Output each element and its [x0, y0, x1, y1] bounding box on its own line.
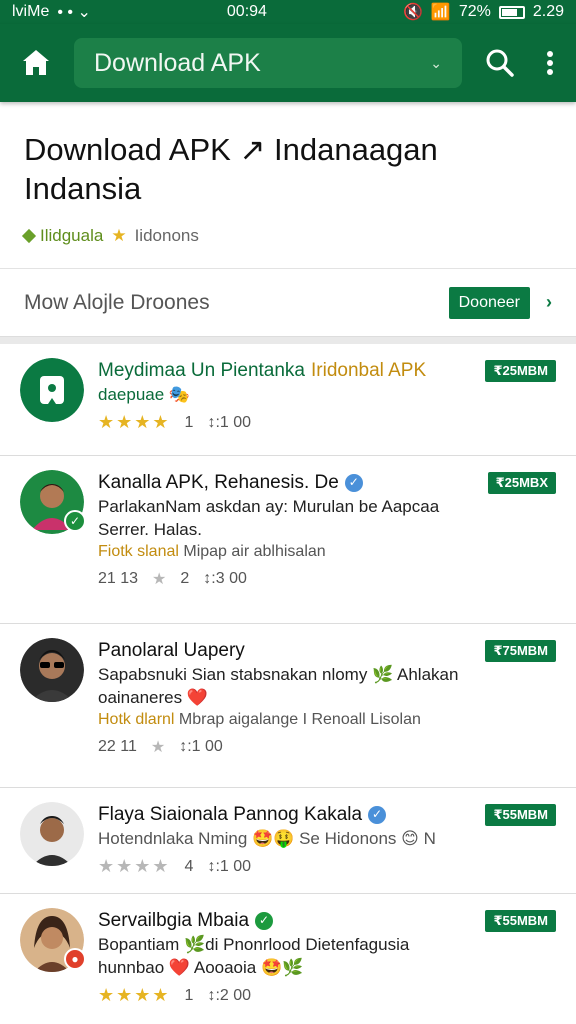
item-stats: ★★★★ 1 ↕:2 00 — [98, 985, 462, 1006]
section-divider — [0, 336, 576, 344]
filter-row: Mow Alojle Droones Dooneer › — [0, 268, 576, 336]
avatar: ● — [20, 908, 86, 972]
page-header: Download APK ↗ Indanaagan Indansia Ilidg… — [0, 102, 576, 246]
home-icon — [23, 50, 49, 75]
verified-icon: ✓ — [255, 911, 274, 930]
item-title: Meydimaa Un Pientanka Iridonbal APK — [98, 360, 427, 381]
status-bar: lviMe • • ⌄ 00:94 🔇 📶 72% 2.29 — [0, 0, 576, 24]
filter-button[interactable]: Dooneer — [448, 286, 530, 319]
verified-icon: ✓ — [344, 473, 363, 492]
status-clock: 2.29 — [532, 3, 564, 20]
search-value: Download APK — [94, 48, 261, 77]
size-badge: ₹25MBM — [485, 360, 556, 382]
item-desc: ParlakanNam askdan ay: Murulan be Aapcaa… — [98, 497, 440, 539]
app-logo-icon — [20, 358, 84, 422]
download-count: ↕:3 00 — [203, 570, 247, 587]
list-item[interactable]: Panolaral Uapery Sapabsnuki Sian stabsna… — [0, 624, 576, 788]
search-dropdown[interactable]: Download APK ⌄ — [74, 38, 462, 88]
search-icon — [486, 49, 514, 77]
stat-left: 22 11 — [98, 738, 137, 755]
chevron-down-icon: ⌄ — [430, 54, 442, 71]
profile-photo-icon — [20, 638, 84, 702]
avatar — [20, 802, 84, 866]
rating-label: Iidonons — [134, 226, 199, 245]
star-icon: ★ — [111, 226, 127, 245]
verified-icon: ✓ — [368, 805, 387, 824]
item-sub: Hotk dlarnl Mbrap aigalange I Renoall Li… — [98, 711, 421, 728]
item-desc: daepuae 🎭 — [98, 385, 191, 404]
item-stats: 21 13 ★ 2 ↕:3 00 — [98, 569, 462, 589]
battery-percent: 72% — [458, 3, 491, 20]
download-count: ↕:1 00 — [207, 857, 252, 875]
more-vert-icon — [547, 51, 553, 75]
chevron-right-icon[interactable]: › — [546, 292, 552, 313]
item-desc: Bopantiam 🌿di Pnonrlood Dietenfagusia hu… — [98, 935, 410, 977]
download-count: ↕:1 00 — [207, 413, 252, 431]
header-meta: Ilidguala ★ Iidonons — [21, 226, 552, 246]
category-tag[interactable]: Ilidguala — [21, 226, 104, 246]
carrier-text: lviMe — [12, 3, 50, 20]
rating-count: 1 — [184, 413, 194, 431]
profile-photo-icon — [20, 802, 84, 866]
rating-stars: ★★★★ — [98, 412, 171, 432]
avatar — [20, 638, 84, 702]
notification-dots-icon: • • ⌄ — [57, 4, 91, 21]
status-time: 00:94 — [226, 3, 267, 20]
avatar: ✓ — [20, 470, 86, 534]
mute-icon: 🔇 — [402, 4, 423, 21]
list-item[interactable]: ● Servailbgia Mbaia ✓ Bopantiam 🌿di Pnon… — [0, 894, 576, 1024]
battery-icon — [498, 5, 525, 19]
page-title: Download APK ↗ Indanaagan Indansia — [24, 132, 438, 206]
app-list: Meydimaa Un Pientanka Iridonbal APK daep… — [0, 344, 576, 1024]
item-sub: Fiotk slanal Mipap air ablhisalan — [98, 543, 326, 560]
list-item[interactable]: Meydimaa Un Pientanka Iridonbal APK daep… — [0, 344, 576, 456]
live-badge-icon: ● — [64, 948, 86, 970]
rating-count: 2 — [180, 570, 190, 587]
size-badge: ₹55MBM — [485, 804, 556, 826]
item-title: Flaya Siaionala Pannog Kakala ✓ — [98, 802, 462, 827]
list-item[interactable]: ✓ Kanalla APK, Rehanesis. De ✓ ParlakanN… — [0, 456, 576, 624]
tag-icon — [21, 228, 37, 244]
size-badge: ₹25MBX — [487, 472, 556, 494]
stat-left: 21 13 — [98, 570, 139, 587]
download-count: ↕:1 00 — [179, 738, 223, 755]
list-item[interactable]: Flaya Siaionala Pannog Kakala ✓ Hotendnl… — [0, 788, 576, 894]
download-count: ↕:2 00 — [207, 986, 252, 1004]
star-icon: ★ — [150, 739, 166, 756]
item-stats: 22 11 ★ ↕:1 00 — [98, 737, 462, 757]
rating-count: 4 — [184, 857, 194, 875]
item-desc: Hotendnlaka Nming 🤩🤑 Se Hidonons 😊 N — [98, 829, 436, 848]
avatar — [20, 358, 84, 422]
home-button[interactable] — [14, 41, 58, 85]
size-badge: ₹75MBM — [485, 640, 556, 662]
wifi-icon: 📶 — [430, 4, 451, 21]
verified-check-icon: ✓ — [64, 510, 86, 532]
category-tag-label: Ilidguala — [40, 226, 104, 245]
search-button[interactable] — [478, 41, 522, 85]
item-title: Panolaral Uapery — [98, 640, 245, 661]
more-options-button[interactable] — [538, 41, 562, 85]
item-title: Kanalla APK, Rehanesis. De ✓ — [98, 470, 462, 495]
item-stats: ★★★★ 1 ↕:1 00 — [98, 412, 462, 433]
item-desc: Sapabsnuki Sian stabsnakan nlomy 🌿 Ahlak… — [98, 665, 459, 707]
item-title: Servailbgia Mbaia ✓ — [98, 908, 462, 933]
star-icon: ★ — [152, 571, 167, 588]
filter-label: Mow Alojle Droones — [24, 290, 210, 314]
rating-count: 1 — [184, 986, 194, 1004]
size-badge: ₹55MBM — [485, 910, 556, 932]
app-bar: Download APK ⌄ — [0, 24, 576, 102]
rating-stars: ★★★★ — [98, 856, 171, 876]
rating-stars: ★★★★ — [98, 985, 171, 1005]
item-stats: ★★★★ 4 ↕:1 00 — [98, 856, 462, 877]
